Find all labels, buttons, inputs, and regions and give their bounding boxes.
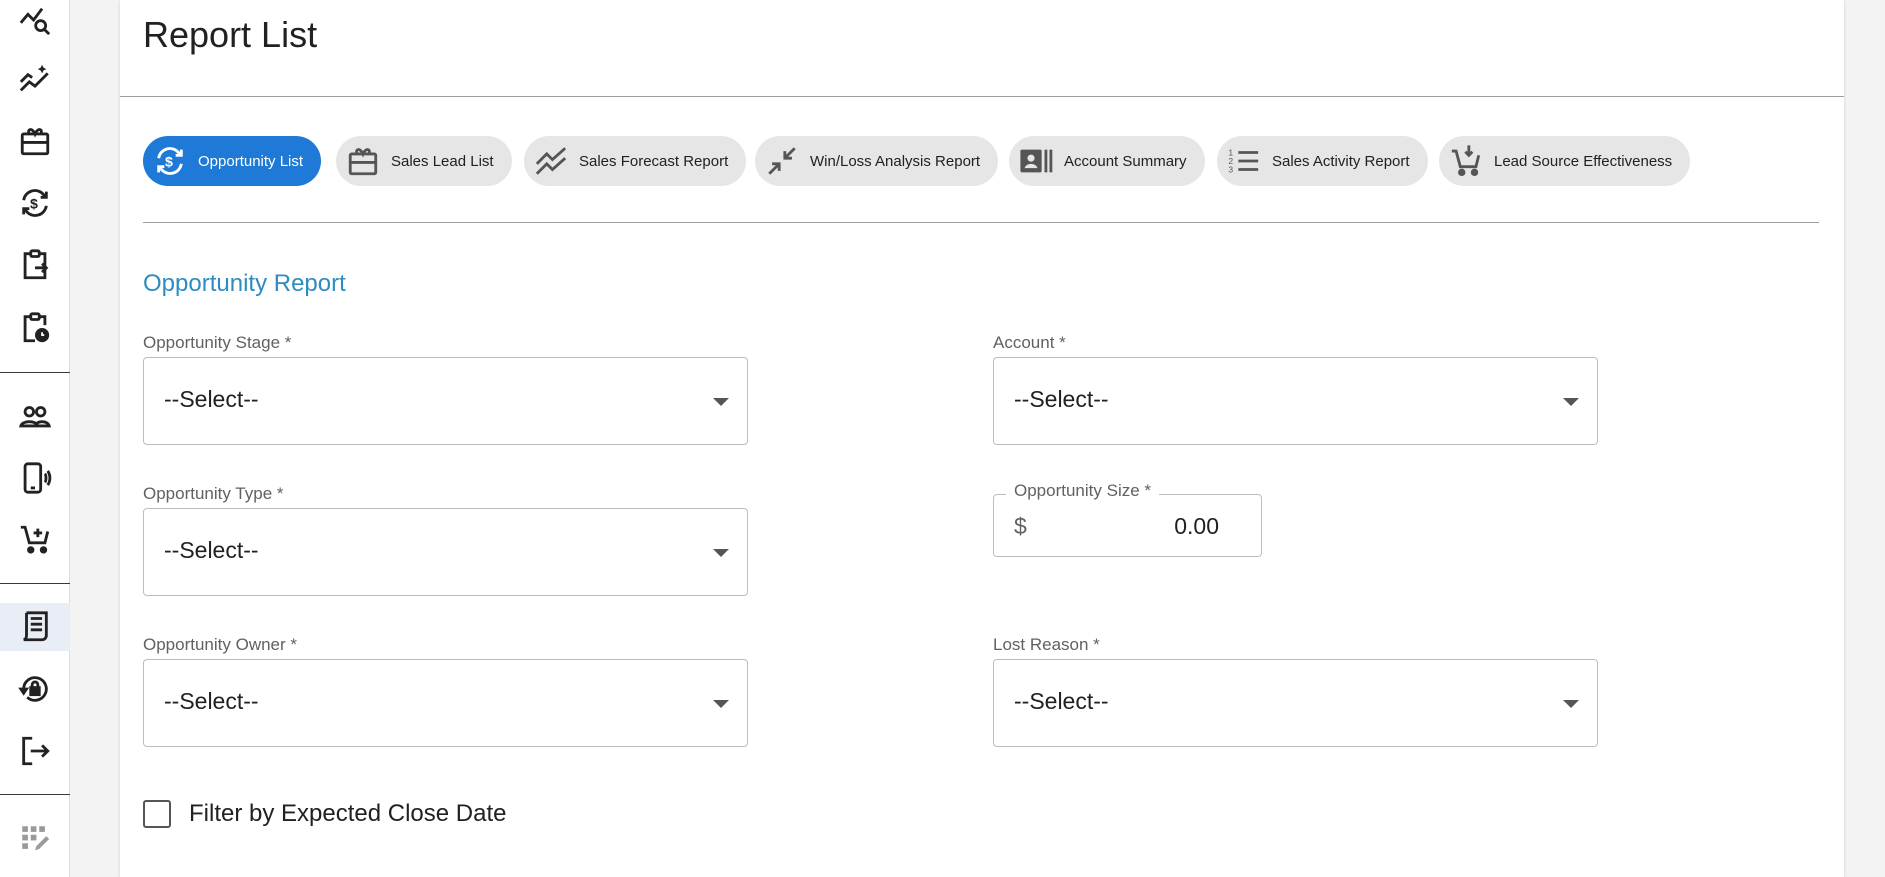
tab-label: Sales Activity Report [1272, 152, 1410, 170]
gift-card-icon [344, 142, 382, 180]
sidebar-item-customize[interactable] [0, 815, 70, 863]
sidebar-item-calls[interactable] [0, 454, 70, 502]
lost-reason-select[interactable]: --Select-- [993, 659, 1598, 747]
cart-download-icon [1447, 142, 1485, 180]
opportunity-stage-select[interactable]: --Select-- [143, 357, 748, 445]
svg-text:$: $ [165, 155, 173, 171]
select-value: --Select-- [164, 688, 259, 714]
sidebar-item-exchange[interactable]: $ [0, 179, 70, 227]
add-cart-icon [20, 525, 50, 554]
dropdown-caret-icon [713, 398, 729, 406]
trend-sparkle-icon [19, 64, 49, 92]
tab-sales-activity-report[interactable]: 123 Sales Activity Report [1217, 136, 1428, 186]
sidebar-item-orders[interactable] [0, 516, 70, 564]
tab-sales-lead-list[interactable]: Sales Lead List [336, 136, 512, 186]
tab-account-summary[interactable]: Account Summary [1009, 136, 1205, 186]
lost-reason-label: Lost Reason * [993, 635, 1108, 655]
currency-exchange-icon: $ [151, 142, 189, 180]
select-value: --Select-- [164, 537, 259, 563]
currency-exchange-icon: $ [22, 189, 48, 217]
sidebar-item-reports[interactable] [0, 603, 70, 651]
opportunity-type-label: Opportunity Type * [143, 484, 292, 504]
sidebar-item-contacts[interactable] [0, 392, 70, 440]
people-icon [19, 406, 51, 428]
divider [143, 222, 1819, 223]
sidebar-item-password[interactable] [0, 665, 70, 713]
page-title: Report List [143, 14, 318, 55]
sidebar-item-analytics[interactable] [0, 0, 70, 44]
opportunity-size-input[interactable]: Opportunity Size * $ 0.00 [993, 481, 1262, 557]
tab-label: Sales Lead List [391, 152, 494, 170]
lock-reset-icon [18, 676, 48, 702]
tab-label: Lead Source Effectiveness [1494, 152, 1673, 170]
select-value: --Select-- [1014, 386, 1109, 412]
svg-text:$: $ [30, 197, 38, 213]
phone-vibrate-icon [23, 462, 52, 494]
tab-label: Sales Forecast Report [579, 152, 729, 170]
tab-lead-source-effectiveness[interactable]: Lead Source Effectiveness [1439, 136, 1691, 186]
select-value: --Select-- [164, 386, 259, 412]
sidebar-item-insights[interactable] [0, 55, 70, 103]
tab-label: Opportunity List [198, 152, 304, 170]
account-select[interactable]: --Select-- [993, 357, 1598, 445]
compress-arrows-icon [763, 142, 801, 180]
sidebar-item-pending[interactable] [0, 304, 70, 352]
trend-lines-icon [532, 142, 570, 180]
tab-label: Win/Loss Analysis Report [810, 152, 981, 170]
sidebar-nav: $ [0, 0, 70, 877]
dropdown-caret-icon [1563, 398, 1579, 406]
clipboard-clock-icon [23, 312, 50, 343]
svg-text:3: 3 [1228, 164, 1233, 174]
opportunity-type-select[interactable]: --Select-- [143, 508, 748, 596]
dropdown-caret-icon [713, 700, 729, 708]
filter-close-date-checkbox[interactable] [143, 800, 171, 828]
opportunity-size-value: 0.00 [1174, 513, 1219, 539]
gift-card-icon [20, 128, 50, 156]
tab-label: Account Summary [1064, 152, 1187, 170]
numbered-list-icon: 123 [1225, 142, 1263, 180]
dropdown-caret-icon [1563, 700, 1579, 708]
analytics-search-icon [19, 7, 51, 36]
sidebar-item-logout[interactable] [0, 727, 70, 775]
title-bar: Report List [120, 0, 1844, 97]
opportunity-size-label: Opportunity Size * [1006, 481, 1160, 501]
logout-icon [22, 736, 50, 766]
opportunity-stage-label: Opportunity Stage * [143, 333, 300, 353]
select-value: --Select-- [1014, 688, 1109, 714]
currency-symbol: $ [1014, 513, 1027, 539]
receipt-report-icon [22, 611, 48, 642]
tab-sales-forecast-report[interactable]: Sales Forecast Report [524, 136, 747, 186]
contact-card-icon [1017, 142, 1055, 180]
account-label: Account * [993, 333, 1074, 353]
sidebar-item-gift[interactable] [0, 117, 70, 165]
sidebar-item-transfer[interactable] [0, 241, 70, 289]
grid-edit-icon [22, 826, 50, 851]
clipboard-move-icon [23, 249, 49, 280]
filter-close-date-row[interactable]: Filter by Expected Close Date [143, 800, 506, 828]
tab-opportunity-list[interactable]: $ Opportunity List [143, 136, 322, 186]
filter-close-date-label: Filter by Expected Close Date [189, 800, 507, 827]
opportunity-owner-label: Opportunity Owner * [143, 635, 306, 655]
opportunity-owner-select[interactable]: --Select-- [143, 659, 748, 747]
dropdown-caret-icon [713, 549, 729, 557]
report-card: Report List $ Opportunity List Sales Lea… [120, 0, 1844, 877]
tab-win-loss-analysis[interactable]: Win/Loss Analysis Report [755, 136, 999, 186]
section-title: Opportunity Report [143, 270, 346, 297]
